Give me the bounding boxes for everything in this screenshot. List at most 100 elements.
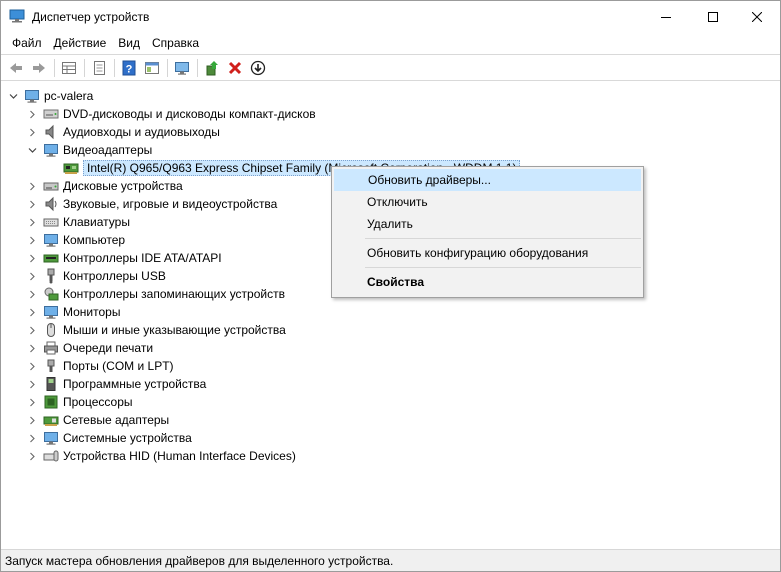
- computer-icon: [43, 232, 59, 248]
- tree-category-disk-drives[interactable]: Дисковые устройства: [26, 177, 183, 195]
- software-device-icon: [43, 376, 59, 392]
- expand-chevron-icon[interactable]: [26, 213, 38, 231]
- dvd-drive-icon: [43, 106, 59, 122]
- help-button[interactable]: ?: [118, 57, 140, 79]
- uninstall-button[interactable]: [224, 57, 246, 79]
- tree-category-network-adapters[interactable]: Сетевые адаптеры: [26, 411, 169, 429]
- context-separator: [365, 238, 641, 239]
- tree-category-processors[interactable]: Процессоры: [26, 393, 133, 411]
- device-manager-window: Диспетчер устройств Файл Действие Вид Сп…: [0, 0, 781, 572]
- back-button[interactable]: [5, 57, 27, 79]
- display-adapter-icon: [43, 142, 59, 158]
- tree-category-storage-controllers[interactable]: Контроллеры запоминающих устройств: [26, 285, 285, 303]
- tree-category-usb[interactable]: Контроллеры USB: [26, 267, 166, 285]
- maximize-button[interactable]: [690, 1, 736, 32]
- expand-chevron-icon[interactable]: [26, 393, 38, 411]
- expand-chevron-icon[interactable]: [26, 285, 38, 303]
- tree-category-system-devices[interactable]: Системные устройства: [26, 429, 192, 447]
- tree-category-label: Мониторы: [63, 305, 121, 319]
- tree-category-mice[interactable]: Мыши и иные указывающие устройства: [26, 321, 286, 339]
- tree-category-label: Звуковые, игровые и видеоустройства: [63, 197, 278, 211]
- download-circle-icon: [250, 60, 266, 75]
- processor-icon: [43, 394, 59, 410]
- disk-drive-icon: [43, 178, 59, 194]
- tree-category-audio-io[interactable]: Аудиовходы и аудиовыходы: [26, 123, 220, 141]
- tree-category-ports[interactable]: Порты (COM и LPT): [26, 357, 174, 375]
- tree-category-label: Системные устройства: [63, 431, 192, 445]
- context-disable[interactable]: Отключить: [334, 191, 641, 213]
- usb-icon: [43, 268, 59, 284]
- minimize-button[interactable]: [643, 1, 689, 32]
- collapse-chevron-icon[interactable]: [7, 87, 19, 105]
- expand-chevron-icon[interactable]: [26, 447, 38, 465]
- context-menu: Обновить драйверы... Отключить Удалить О…: [331, 166, 644, 298]
- computer-icon: [24, 88, 40, 104]
- toolbar: ?: [1, 54, 780, 81]
- expand-chevron-icon[interactable]: [26, 339, 38, 357]
- expand-chevron-icon[interactable]: [26, 375, 38, 393]
- view-button[interactable]: [141, 57, 163, 79]
- tree-category-monitors[interactable]: Мониторы: [26, 303, 120, 321]
- tree-category-sound[interactable]: Звуковые, игровые и видеоустройства: [26, 195, 277, 213]
- close-button[interactable]: [734, 1, 780, 32]
- svg-text:?: ?: [126, 63, 133, 75]
- tree-category-label: DVD-дисководы и дисководы компакт-дисков: [63, 107, 316, 121]
- status-bar: Запуск мастера обновления драйверов для …: [1, 549, 780, 571]
- menu-action[interactable]: Действие: [48, 36, 113, 50]
- tree-category-software-devices[interactable]: Программные устройства: [26, 375, 206, 393]
- tree-category-computer[interactable]: Компьютер: [26, 231, 125, 249]
- tree-category-label: Клавиатуры: [63, 215, 130, 229]
- forward-button[interactable]: [28, 57, 50, 79]
- page-button[interactable]: [88, 57, 110, 79]
- tree-root-row[interactable]: pc-valera: [7, 87, 93, 105]
- expand-chevron-icon[interactable]: [26, 231, 38, 249]
- expand-chevron-icon[interactable]: [26, 105, 38, 123]
- toolbar-separator: [114, 58, 115, 77]
- tree-category-print-queues[interactable]: Очереди печати: [26, 339, 153, 357]
- minimize-icon: [661, 16, 671, 18]
- tree-category-hid[interactable]: Устройства HID (Human Interface Devices): [26, 447, 296, 465]
- toolbar-separator: [54, 58, 55, 77]
- system-device-icon: [43, 430, 59, 446]
- view-icon: [145, 61, 159, 74]
- expand-chevron-icon[interactable]: [26, 267, 38, 285]
- collapse-chevron-icon[interactable]: [26, 141, 38, 159]
- window-title: Диспетчер устройств: [32, 10, 150, 24]
- expand-chevron-icon[interactable]: [26, 321, 38, 339]
- menu-view[interactable]: Вид: [112, 36, 146, 50]
- tree-category-label: Контроллеры USB: [63, 269, 166, 283]
- context-scan-hardware[interactable]: Обновить конфигурацию оборудования: [334, 242, 641, 264]
- expand-chevron-icon[interactable]: [26, 177, 38, 195]
- menu-file[interactable]: Файл: [6, 36, 48, 50]
- expand-chevron-icon[interactable]: [26, 249, 38, 267]
- properties-grid-button[interactable]: [58, 57, 80, 79]
- tree-category-label: Устройства HID (Human Interface Devices): [63, 449, 296, 463]
- context-update-drivers[interactable]: Обновить драйверы...: [334, 169, 641, 191]
- context-uninstall[interactable]: Удалить: [334, 213, 641, 235]
- expand-chevron-icon[interactable]: [26, 357, 38, 375]
- tree-category-display-adapters[interactable]: Видеоадаптеры: [26, 141, 152, 159]
- expand-chevron-icon[interactable]: [26, 303, 38, 321]
- expand-chevron-icon[interactable]: [26, 429, 38, 447]
- download-button[interactable]: [247, 57, 269, 79]
- update-driver-button[interactable]: [201, 57, 223, 79]
- tree-root-label: pc-valera: [44, 89, 94, 103]
- toolbar-separator: [84, 58, 85, 77]
- device-manager-app-icon: [9, 9, 25, 23]
- forward-arrow-icon: [33, 62, 45, 73]
- toolbar-separator: [197, 58, 198, 77]
- menu-help[interactable]: Справка: [146, 36, 205, 50]
- tree-category-label: Контроллеры IDE ATA/ATAPI: [63, 251, 222, 265]
- expand-chevron-icon[interactable]: [26, 195, 38, 213]
- expand-chevron-icon[interactable]: [26, 411, 38, 429]
- device-tree[interactable]: pc-valera DVD-дисководы и дисководы комп…: [1, 82, 780, 547]
- tree-category-label: Программные устройства: [63, 377, 207, 391]
- tree-category-dvd[interactable]: DVD-дисководы и дисководы компакт-дисков: [26, 105, 316, 123]
- tree-category-ide[interactable]: Контроллеры IDE ATA/ATAPI: [26, 249, 222, 267]
- scan-hardware-button[interactable]: [171, 57, 193, 79]
- expand-chevron-icon[interactable]: [26, 123, 38, 141]
- context-properties[interactable]: Свойства: [334, 271, 641, 293]
- toolbar-separator: [167, 58, 168, 77]
- monitor-icon: [175, 61, 189, 75]
- tree-category-keyboards[interactable]: Клавиатуры: [26, 213, 130, 231]
